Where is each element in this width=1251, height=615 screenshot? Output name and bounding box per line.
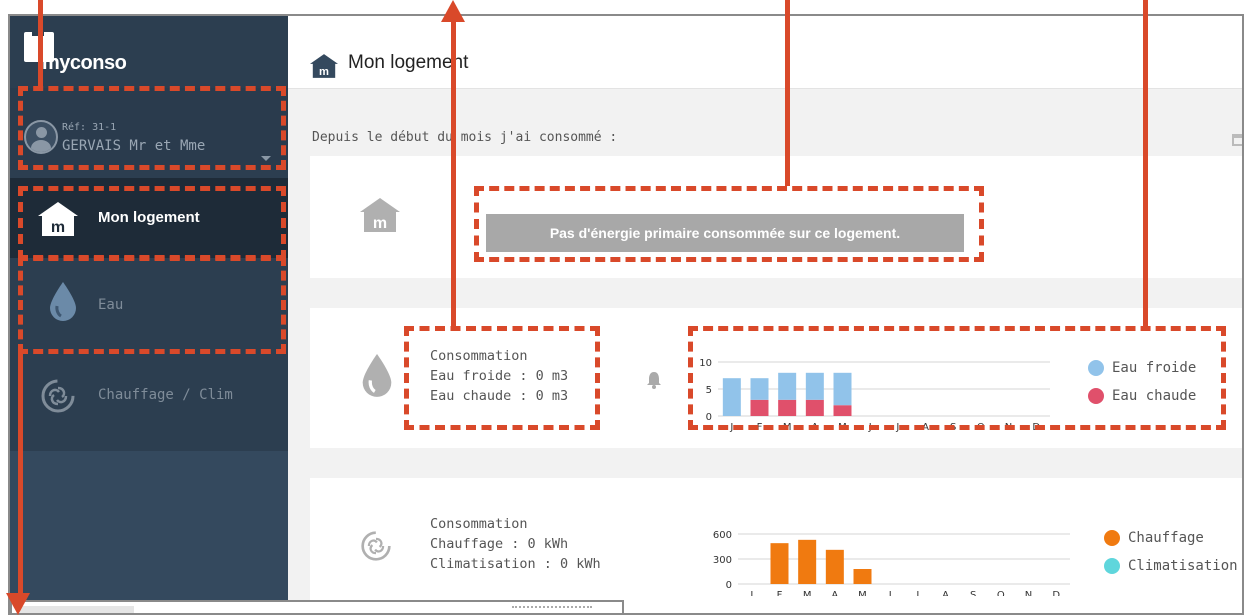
y-tick-label: 0 bbox=[726, 580, 732, 591]
bar bbox=[770, 543, 789, 584]
calendar-icon[interactable] bbox=[1232, 134, 1242, 146]
heating-icon bbox=[361, 531, 391, 561]
x-tick-label: J bbox=[888, 590, 892, 596]
annotation-box-water-stats bbox=[404, 326, 600, 430]
x-tick-label: S bbox=[970, 590, 976, 596]
bar bbox=[825, 549, 844, 584]
annotation-line-sidebar bbox=[18, 350, 23, 613]
x-tick-label: N bbox=[1025, 590, 1032, 596]
app-window: myconso Réf: 31-1 GERVAIS Mr et Mme m Mo… bbox=[8, 14, 1244, 615]
popup-tab[interactable] bbox=[20, 606, 134, 613]
svg-text:m: m bbox=[319, 66, 329, 78]
annotation-box-nav-active bbox=[18, 186, 286, 260]
annotation-line-energy bbox=[785, 0, 790, 186]
home-icon: m bbox=[360, 198, 400, 232]
logo-text: myconso bbox=[42, 52, 127, 74]
heating-stats-title: Consommation bbox=[430, 516, 528, 532]
page-header: m Mon logement bbox=[288, 16, 1242, 89]
legend-swatch bbox=[1104, 530, 1120, 546]
bell-icon[interactable] bbox=[646, 371, 662, 389]
water-drop-icon bbox=[362, 354, 392, 397]
legend-swatch bbox=[1104, 558, 1120, 574]
annotation-box-nav-water bbox=[18, 256, 286, 354]
y-tick-label: 300 bbox=[713, 555, 732, 566]
legend-item[interactable]: Chauffage bbox=[1104, 528, 1238, 556]
popup-header-text bbox=[512, 606, 592, 610]
annotation-arrow-sidebar bbox=[6, 593, 30, 615]
home-icon: m bbox=[310, 54, 338, 78]
popup-window bbox=[10, 600, 624, 613]
bar bbox=[798, 539, 817, 584]
x-tick-label: O bbox=[997, 590, 1005, 596]
heating-chart: 0 300 600 J F M A M J J A S O N D bbox=[713, 530, 1070, 596]
annotation-line-profile bbox=[38, 0, 43, 88]
sidebar-item-chauffage[interactable]: Chauffage / Clim bbox=[10, 356, 288, 436]
x-tick-label: A bbox=[831, 590, 838, 596]
x-tick-label: J bbox=[749, 590, 753, 596]
annotation-line-actions bbox=[451, 20, 456, 328]
heating-icon bbox=[41, 379, 75, 413]
annotation-arrow-actions bbox=[441, 0, 465, 22]
bar bbox=[853, 569, 872, 584]
annotation-line-chart bbox=[1143, 0, 1148, 330]
legend-item[interactable]: Climatisation bbox=[1104, 556, 1238, 584]
x-tick-label: A bbox=[942, 590, 949, 596]
legend-label: Climatisation bbox=[1128, 558, 1238, 574]
legend-label: Chauffage bbox=[1128, 530, 1204, 546]
x-tick-label: M bbox=[858, 590, 867, 596]
heating-value: Chauffage : 0 kWh bbox=[430, 536, 569, 552]
annotation-box-profile bbox=[18, 86, 286, 170]
annotation-box-energy bbox=[474, 186, 984, 262]
x-tick-label: J bbox=[915, 590, 919, 596]
annotation-box-water-chart bbox=[688, 326, 1226, 430]
sidebar-footer bbox=[10, 451, 288, 613]
y-tick-label: 600 bbox=[713, 530, 732, 541]
svg-text:m: m bbox=[373, 215, 387, 232]
intro-text: Depuis le début du mois j'ai consommé : bbox=[312, 130, 618, 145]
heating-legend: Chauffage Climatisation bbox=[1104, 528, 1238, 584]
x-tick-label: D bbox=[1052, 590, 1060, 596]
app-logo[interactable]: myconso bbox=[24, 26, 224, 78]
cooling-value: Climatisation : 0 kWh bbox=[430, 556, 601, 572]
x-tick-label: M bbox=[803, 590, 812, 596]
sidebar-item-label: Chauffage / Clim bbox=[98, 387, 233, 403]
x-tick-label: F bbox=[777, 590, 783, 596]
heating-stats: Consommation Chauffage : 0 kWh Climatisa… bbox=[430, 514, 601, 574]
